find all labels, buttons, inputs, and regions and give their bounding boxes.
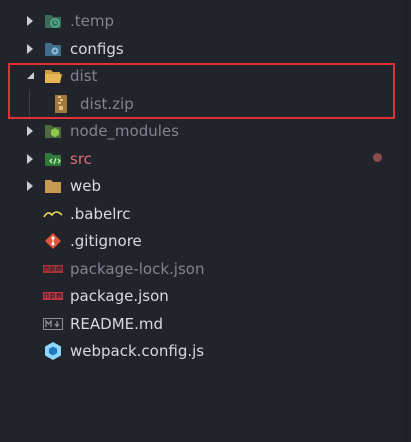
tree-item-web[interactable]: web (0, 172, 411, 199)
babel-icon (42, 205, 64, 223)
tree-item-label: node_modules (70, 121, 179, 140)
chevron-right-icon[interactable] (25, 43, 35, 55)
scrollbar-track[interactable] (404, 0, 411, 442)
modified-indicator (373, 153, 382, 162)
chevron-right-icon[interactable] (25, 125, 35, 137)
chevron-right-icon[interactable] (25, 153, 35, 165)
tree-item-label: .babelrc (70, 204, 131, 223)
tree-item-readme-md[interactable]: README.md (0, 310, 411, 337)
git-icon (44, 232, 62, 250)
tree-item-label: configs (70, 39, 124, 58)
chevron-right-icon[interactable] (25, 180, 35, 192)
tree-item-package-json[interactable]: package.json (0, 282, 411, 309)
archive-icon (52, 94, 70, 113)
tree-item-temp[interactable]: .temp (0, 7, 411, 34)
tree-item-gitignore[interactable]: .gitignore (0, 227, 411, 254)
gear-folder-icon (44, 40, 62, 58)
tree-item-node-modules[interactable]: node_modules (0, 117, 411, 144)
code-folder-icon (44, 150, 62, 168)
tree-item-label: package-lock.json (70, 259, 205, 278)
tree-item-webpack-config-js[interactable]: webpack.config.js (0, 337, 411, 364)
tree-item-dist-zip[interactable]: dist.zip (0, 90, 411, 117)
tree-item-label: dist (70, 66, 98, 85)
timer-folder-icon (44, 12, 62, 30)
folder-icon (44, 177, 62, 195)
tree-item-package-lock-json[interactable]: package-lock.json (0, 255, 411, 282)
tree-item-label: .gitignore (70, 231, 142, 250)
npm-icon (42, 287, 64, 305)
webpack-icon (44, 341, 62, 360)
tree-item-label: webpack.config.js (70, 341, 205, 360)
file-explorer: .temp configs dist dist.zip node_modules… (0, 0, 411, 442)
tree-item-label: dist.zip (80, 94, 134, 113)
markdown-icon (42, 315, 64, 333)
chevron-down-icon[interactable] (25, 70, 35, 82)
tree-item-dist[interactable]: dist (0, 62, 411, 89)
tree-item-label: web (70, 176, 102, 195)
tree-item-label: package.json (70, 286, 169, 305)
npm-icon (42, 260, 64, 278)
tree-item-label: src (70, 149, 92, 168)
tree-item-label: README.md (70, 314, 164, 333)
nodejs-folder-icon (44, 122, 62, 140)
tree-item-src[interactable]: src (0, 145, 411, 172)
tree-item-babelrc[interactable]: .babelrc (0, 200, 411, 227)
tree-item-configs[interactable]: configs (0, 35, 411, 62)
open-folder-icon (44, 67, 62, 85)
chevron-right-icon[interactable] (25, 15, 35, 27)
tree-item-label: .temp (70, 11, 115, 30)
